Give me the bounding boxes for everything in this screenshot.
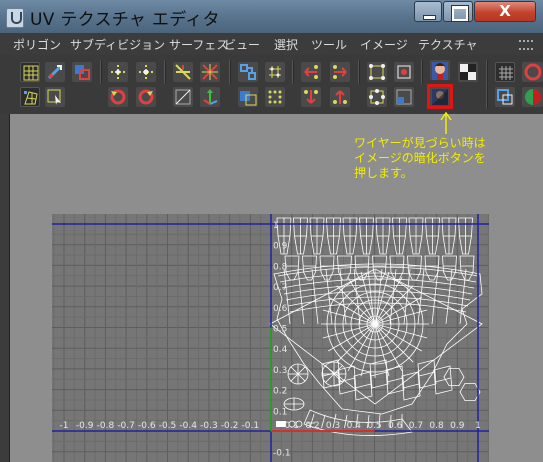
y-tick-label: 0.7 [273, 283, 287, 293]
toolbar-separator [100, 60, 102, 84]
x-tick-label: 0.9 [450, 421, 465, 431]
maximize-button[interactable] [443, 1, 473, 22]
annotation-note: ワイヤーが見づらい時は イメージの暗化ボタンを 押します。 [354, 136, 486, 181]
red-dot-icon[interactable] [522, 62, 543, 82]
x-tick-label: 0.5 [367, 421, 381, 431]
y-tick-label: 0.8 [273, 262, 288, 272]
x-tick-label: -0.8 [97, 421, 115, 431]
image-icon[interactable] [430, 60, 450, 80]
toolbar-separator [421, 60, 423, 84]
pin-down-icon[interactable] [301, 87, 321, 107]
unfold-icon[interactable] [173, 87, 193, 107]
shaded-icon[interactable] [522, 87, 543, 107]
toolbar-separator [486, 85, 488, 109]
uv-texture-editor-window: UV テクスチャ エディタ X ポリゴン サブディビジョン サーフェス ビュー … [0, 0, 543, 462]
x-tick-label: 0.2 [305, 421, 319, 431]
y-tick-label: 0.4 [273, 345, 288, 355]
shell-border-icon[interactable] [394, 62, 414, 82]
x-tick-label: -0.1 [242, 421, 260, 431]
uv-lattice-icon[interactable] [20, 87, 40, 107]
menu-image[interactable]: イメージ [360, 36, 408, 53]
x-tick-label: 0.6 [388, 421, 403, 431]
snapshot-icon[interactable] [238, 87, 258, 107]
pin-left-icon[interactable] [301, 62, 321, 82]
menu-overflow-icon[interactable] [519, 40, 533, 50]
annotation-line: イメージの暗化ボタンを [354, 151, 486, 165]
y-tick-label: -0.1 [273, 449, 291, 459]
minimize-icon [423, 15, 436, 20]
y-tick-label: 0.6 [273, 304, 288, 314]
x-tick-label: -0.4 [179, 421, 197, 431]
select-shell-icon[interactable] [367, 62, 387, 82]
rotate-ccw-icon[interactable] [108, 87, 128, 107]
layout-icon[interactable] [238, 62, 258, 82]
toolbar-separator [486, 60, 488, 84]
window-title: UV テクスチャ エディタ [30, 10, 220, 30]
pin-right-icon[interactable] [330, 62, 350, 82]
y-tick-label: 0.5 [273, 325, 287, 335]
maya-app-icon [6, 8, 24, 28]
x-tick-label: 0.1 [285, 421, 299, 431]
grid-points-icon[interactable] [265, 87, 285, 107]
annotation-line: 押します。 [354, 166, 413, 180]
sew-uv-icon[interactable] [200, 62, 220, 82]
menu-tools[interactable]: ツール [311, 36, 347, 53]
uv-select-icon[interactable] [45, 87, 65, 107]
y-tick-label: 0.9 [273, 242, 288, 252]
x-tick-label: -0.7 [117, 421, 135, 431]
x-tick-label: -0.5 [159, 421, 177, 431]
menu-select[interactable]: 選択 [274, 36, 298, 53]
image-dim-button-highlight [427, 84, 453, 109]
grid-snap-icon[interactable] [265, 62, 285, 82]
uv-grid[interactable]: -1 -0.9 -0.8 -0.7 -0.6 -0.5 -0.4 -0.3 -0.2 -0.1 0.… [52, 214, 489, 462]
cut-uv-icon[interactable] [173, 62, 193, 82]
y-tick-label: 0.1 [273, 407, 287, 417]
close-button[interactable]: X [474, 1, 536, 22]
move-right-icon[interactable] [136, 62, 156, 82]
uv-border-icon[interactable] [394, 87, 414, 107]
toolbar-separator [164, 60, 166, 84]
x-tick-label: -1 [60, 421, 69, 431]
move-left-icon[interactable] [108, 62, 128, 82]
menu-subdiv-surface[interactable]: サブディビジョン サーフェス [70, 36, 228, 53]
shell-vertices-icon[interactable] [367, 87, 387, 107]
maximize-icon [452, 6, 468, 21]
uv-rotate-icon[interactable] [72, 62, 92, 82]
x-tick-label: 0.8 [429, 421, 444, 431]
x-tick-label: -0.9 [76, 421, 94, 431]
x-tick-label: 0.3 [326, 421, 340, 431]
menu-texture[interactable]: テクスチャ [418, 36, 478, 53]
title-bar[interactable]: UV テクスチャ エディタ X [0, 0, 543, 34]
toggle-grid-icon[interactable] [495, 62, 515, 82]
axis-move-icon[interactable] [200, 87, 220, 107]
isolate-icon[interactable] [495, 87, 515, 107]
y-tick-label: 1 [273, 221, 279, 231]
checker-icon[interactable] [458, 62, 478, 82]
y-tick-label: 0.2 [273, 387, 287, 397]
y-tick-label: 0.3 [273, 366, 287, 376]
menu-bar: ポリゴン サブディビジョン サーフェス ビュー 選択 ツール イメージ テクスチ… [0, 33, 543, 55]
x-tick-label: 0.4 [347, 421, 362, 431]
toolbar-separator [292, 60, 294, 84]
x-tick-label: -0.2 [221, 421, 239, 431]
menu-polygon[interactable]: ポリゴン [13, 36, 61, 53]
minimize-button[interactable] [414, 1, 442, 22]
toolbar-separator [358, 60, 360, 84]
grid-icon[interactable] [20, 62, 40, 82]
menu-view[interactable]: ビュー [224, 36, 260, 53]
x-tick-label: -0.3 [200, 421, 218, 431]
x-tick-label: -0.6 [138, 421, 156, 431]
rotate-cw-icon[interactable] [136, 87, 156, 107]
pin-up-icon[interactable] [330, 87, 350, 107]
x-tick-label: 1 [475, 421, 481, 431]
toolbar-separator [229, 60, 231, 84]
uv-flip-icon[interactable] [45, 62, 65, 82]
x-tick-label: 0.7 [409, 421, 423, 431]
annotation-line: ワイヤーが見づらい時は [354, 136, 486, 150]
